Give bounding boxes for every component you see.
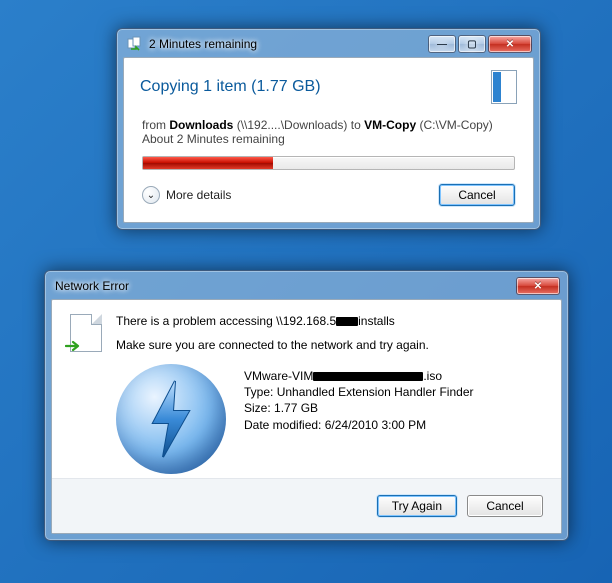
more-details-label: More details — [166, 188, 231, 202]
copy-icon — [127, 36, 143, 52]
copy-details: from Downloads (\\192....\Downloads) to … — [124, 112, 533, 146]
try-again-button[interactable]: Try Again — [377, 495, 457, 517]
to-path: (C:\VM-Copy) — [419, 118, 492, 132]
file-date: Date modified: 6/24/2010 3:00 PM — [244, 417, 474, 433]
close-button[interactable]: ✕ — [488, 35, 532, 53]
error-message-secondary: Make sure you are connected to the netwo… — [116, 338, 543, 352]
close-button[interactable]: ✕ — [516, 277, 560, 295]
client-area: There is a problem accessing \\192.168.5… — [51, 299, 562, 534]
titlebar[interactable]: 2 Minutes remaining — ▢ ✕ — [123, 35, 534, 57]
from-name: Downloads — [169, 118, 233, 132]
redacted-text — [313, 372, 423, 381]
file-type-icon — [116, 364, 226, 474]
minimize-button[interactable]: — — [428, 35, 456, 53]
titlebar[interactable]: Network Error ✕ — [51, 277, 562, 299]
to-label: to — [351, 118, 361, 132]
page-icon — [491, 70, 517, 104]
window-controls: ✕ — [514, 277, 560, 295]
progress-fill — [143, 157, 273, 169]
cancel-button[interactable]: Cancel — [467, 495, 543, 517]
maximize-button[interactable]: ▢ — [458, 35, 486, 53]
client-area: Copying 1 item (1.77 GB) from Downloads … — [123, 57, 534, 223]
from-label: from — [142, 118, 166, 132]
copy-progress-window: 2 Minutes remaining — ▢ ✕ Copying 1 item… — [116, 28, 541, 230]
network-error-window: Network Error ✕ There is a problem acces… — [44, 270, 569, 541]
chevron-down-icon: ⌄ — [142, 186, 160, 204]
window-title: 2 Minutes remaining — [149, 37, 426, 51]
file-type: Type: Unhandled Extension Handler Finder — [244, 384, 474, 400]
copy-heading: Copying 1 item (1.77 GB) — [140, 78, 491, 96]
more-details-toggle[interactable]: ⌄ More details — [142, 186, 231, 204]
from-path: (\\192....\Downloads) — [237, 118, 348, 132]
redacted-text — [336, 317, 358, 326]
arrow-right-icon — [65, 337, 83, 355]
error-message-primary: There is a problem accessing \\192.168.5… — [116, 314, 543, 328]
lightning-icon — [141, 379, 201, 459]
file-metadata: VMware-VIM.iso Type: Unhandled Extension… — [244, 364, 474, 474]
document-icon — [70, 314, 102, 352]
to-name: VM-Copy — [364, 118, 416, 132]
window-controls: — ▢ ✕ — [426, 35, 532, 53]
progress-bar — [142, 156, 515, 170]
cancel-button[interactable]: Cancel — [439, 184, 515, 206]
file-name: VMware-VIM.iso — [244, 368, 474, 384]
window-title: Network Error — [55, 279, 514, 293]
time-remaining: About 2 Minutes remaining — [142, 132, 515, 146]
file-size: Size: 1.77 GB — [244, 400, 474, 416]
